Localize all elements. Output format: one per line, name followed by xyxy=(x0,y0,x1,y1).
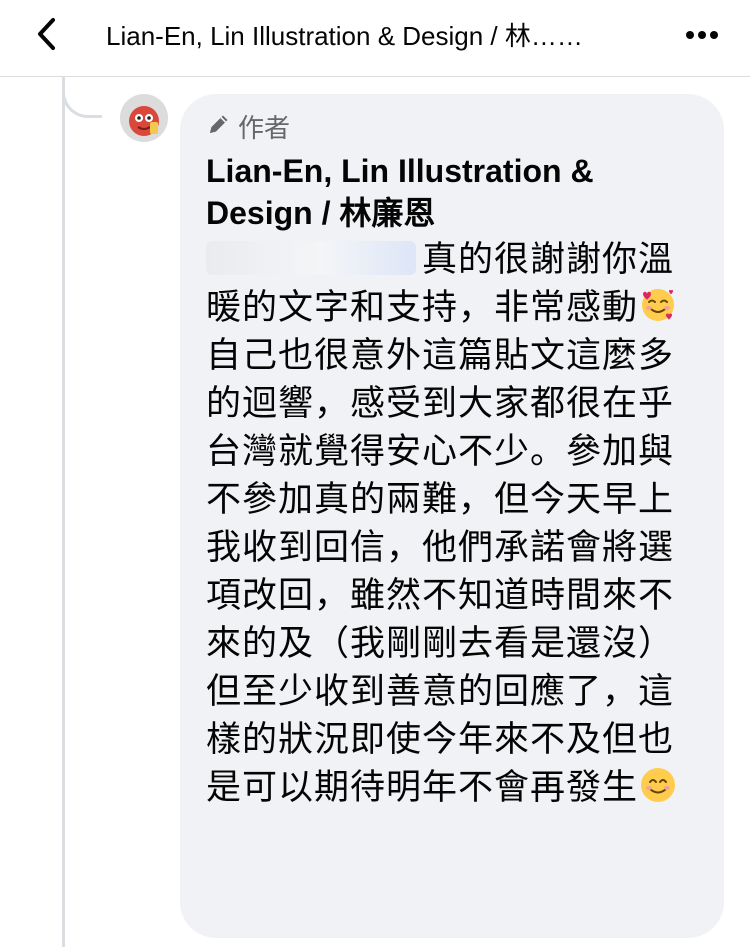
more-horizontal-icon xyxy=(685,27,719,45)
thread-line xyxy=(62,76,65,947)
message-part2: 自己也很意外這篇貼文這麼多的迴響，感受到大家都很在乎台灣就覺得安心不少。參加與不… xyxy=(206,336,675,808)
smiling-face-with-hearts-emoji xyxy=(638,285,678,325)
badge-label: 作者 xyxy=(238,112,291,143)
author-badge: 作者 xyxy=(206,110,291,143)
comment-author[interactable]: Lian-En, Lin Illustration & Design / 林廉恩 xyxy=(206,150,686,234)
more-options-button[interactable] xyxy=(672,14,732,58)
smiling-face-emoji xyxy=(638,765,678,805)
chevron-left-icon xyxy=(35,17,57,56)
mention-tag[interactable] xyxy=(206,241,416,275)
top-bar: Lian-En, Lin Illustration & Design / 林…… xyxy=(0,0,750,77)
thread-connector xyxy=(62,76,102,118)
avatar[interactable] xyxy=(120,94,168,142)
comment-bubble: 作者 Lian-En, Lin Illustration & Design / … xyxy=(180,94,724,938)
comment-text: 真的很謝謝你溫暖的文字和支持，非常感動 自己也很意外這篇貼文這麼多的迴響，感受到… xyxy=(206,236,706,812)
back-button[interactable] xyxy=(22,14,70,58)
page-title: Lian-En, Lin Illustration & Design / 林…… xyxy=(106,21,583,51)
pencil-icon xyxy=(206,111,232,142)
